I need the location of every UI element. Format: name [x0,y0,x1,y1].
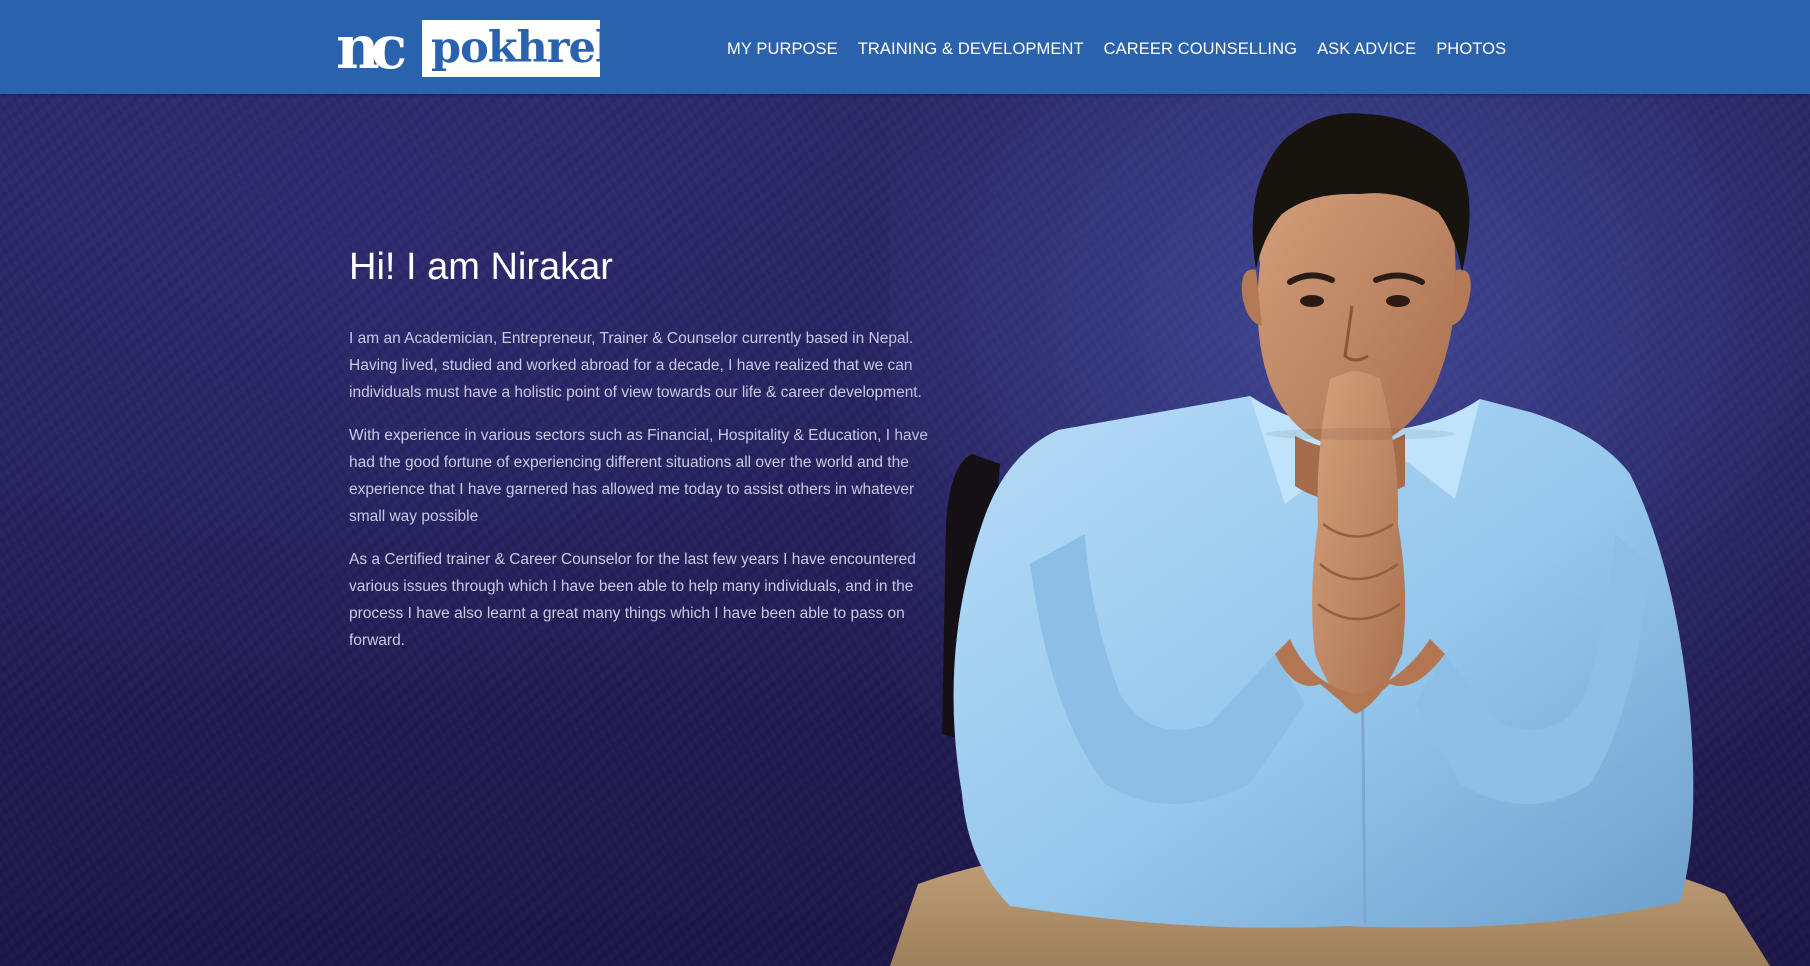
nav-career-counselling[interactable]: CAREER COUNSELLING [1104,38,1297,60]
hero-title: Hi! I am Nirakar [349,246,613,288]
site-header: nc pokhrel MY PURPOSE TRAINING & DEVELOP… [0,0,1810,94]
portrait-photo [890,94,1810,966]
hero-section: Hi! I am Nirakar I am an Academician, En… [0,94,1810,966]
logo-monogram: nc [336,13,407,83]
nav-my-purpose[interactable]: MY PURPOSE [727,38,838,60]
main-nav: MY PURPOSE TRAINING & DEVELOPMENT CAREER… [727,38,1506,60]
left-eye [1300,295,1324,307]
bio-text: I am an Academician, Entrepreneur, Train… [349,325,929,670]
logo-wordmark-box: pokhrel [422,20,611,77]
site-logo[interactable]: nc pokhrel [336,13,611,83]
bio-paragraph-2: With experience in various sectors such … [349,427,928,525]
right-eye [1386,295,1410,307]
chin-shadow [1265,428,1455,440]
bio-paragraph-1: I am an Academician, Entrepreneur, Train… [349,330,922,401]
logo-wordmark: pokhrel [431,23,611,73]
nav-photos[interactable]: PHOTOS [1436,38,1506,60]
nav-training-development[interactable]: TRAINING & DEVELOPMENT [858,38,1084,60]
bio-paragraph-3: As a Certified trainer & Career Counselo… [349,551,916,649]
nav-ask-advice[interactable]: ASK ADVICE [1317,38,1416,60]
